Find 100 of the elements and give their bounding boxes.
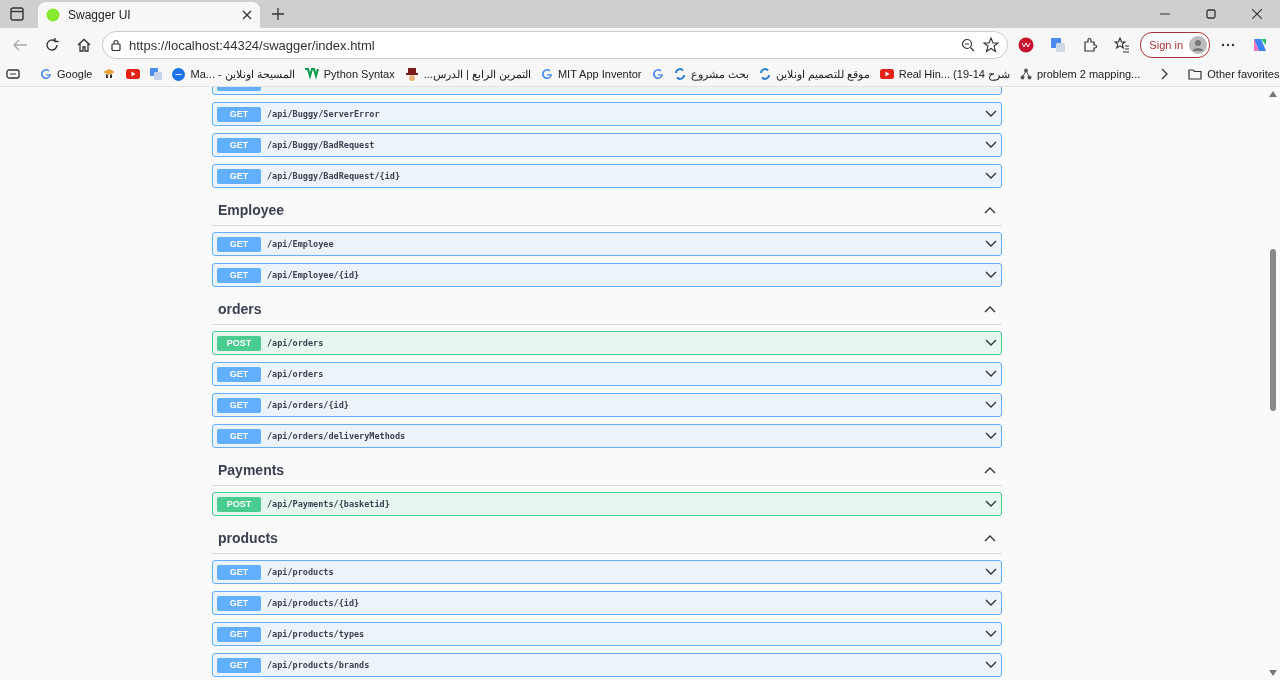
hat-icon — [404, 67, 419, 81]
chevron-up-icon[interactable] — [984, 305, 996, 313]
bookmark[interactable]: Python Syntax — [304, 68, 395, 80]
method-badge: GET — [217, 267, 261, 283]
close-icon[interactable] — [242, 10, 252, 20]
method-badge: GET — [217, 397, 261, 413]
bookmark[interactable]: التمرين الرابع | الدرس... — [404, 67, 531, 81]
chevron-down-icon[interactable] — [985, 240, 997, 248]
endpoint-path: /api/Payments/{basketid} — [267, 499, 391, 509]
endpoint-row[interactable]: POST /api/orders — [212, 331, 1002, 355]
avatar-icon — [1189, 36, 1207, 54]
method-badge: POST — [217, 335, 261, 351]
star-icon[interactable] — [983, 37, 1000, 53]
chevron-down-icon[interactable] — [985, 172, 997, 180]
section-title[interactable]: Employee — [218, 202, 984, 218]
method-badge: GET — [217, 168, 261, 184]
bookmark[interactable]: بحث مشروع — [673, 67, 749, 81]
scroll-down-icon[interactable] — [1269, 670, 1277, 676]
chevron-down-icon[interactable] — [985, 599, 997, 607]
bookmark[interactable]: موقع للتصميم اونلاين — [758, 67, 870, 81]
chevron-down-icon[interactable] — [985, 141, 997, 149]
chevron-down-icon[interactable] — [985, 432, 997, 440]
browser-tab[interactable]: Swagger UI — [38, 2, 260, 28]
bookmark[interactable]: MIT App Inventor — [540, 68, 642, 80]
chevron-up-icon[interactable] — [984, 534, 996, 542]
refresh-icon[interactable] — [45, 38, 59, 52]
copilot-icon[interactable] — [1251, 36, 1269, 54]
endpoint-row[interactable]: GET /api/products/{id} — [212, 591, 1002, 615]
bookmark[interactable]: Ma... - المسيحة اونلاين — [172, 67, 295, 81]
maximize-icon[interactable] — [1206, 9, 1216, 19]
endpoint-row[interactable]: GET /api/Employee/{id} — [212, 263, 1002, 287]
endpoint-path: /api/products/types — [267, 629, 366, 639]
method-badge: GET — [217, 428, 261, 444]
puzzle-icon[interactable] — [1082, 37, 1099, 53]
scroll-up-icon[interactable] — [1269, 91, 1277, 97]
scrollbar-thumb[interactable] — [1270, 249, 1276, 411]
play-icon[interactable] — [126, 69, 141, 79]
sign-in-button[interactable]: Sign in — [1140, 32, 1210, 58]
close-icon[interactable] — [1252, 9, 1262, 19]
chevron-down-icon[interactable] — [985, 110, 997, 118]
folder-icon — [1188, 68, 1203, 80]
endpoint-row[interactable]: GET /api/Buggy/BadRequest/{id} — [212, 164, 1002, 188]
endpoint-path: /api/products — [267, 567, 335, 577]
endpoint-path: /api/Buggy/BadRequest — [267, 140, 376, 150]
endpoint-row[interactable]: POST /api/Payments/{basketid} — [212, 492, 1002, 516]
sync-icon — [758, 68, 771, 80]
chevron-down-icon[interactable] — [985, 568, 997, 576]
chevron-down-icon[interactable] — [985, 271, 997, 279]
endpoint-path: /api/Buggy/BadRequest/{id} — [267, 171, 402, 181]
endpoint-row[interactable]: GET /api/Employee — [212, 232, 1002, 256]
new-tab-icon[interactable] — [272, 8, 284, 20]
endpoint-path: /api/products/{id} — [267, 598, 361, 608]
section-title[interactable]: products — [218, 530, 984, 546]
endpoint-row[interactable]: GET /api/Buggy/BadRequest — [212, 133, 1002, 157]
reading-icon[interactable] — [6, 68, 20, 80]
address-bar[interactable]: https://localhost:44324/swagger/index.html — [102, 31, 1009, 59]
bookmark[interactable]: problem 2 mapping... — [1019, 68, 1141, 80]
endpoint-row[interactable]: GET /api/Buggy/ServerError — [212, 102, 1002, 126]
endpoint-path: /api/orders/deliveryMethods — [267, 431, 407, 441]
bookmark[interactable]: Google — [40, 68, 93, 80]
tab-actions-icon[interactable] — [10, 7, 24, 21]
mortarboard-icon[interactable] — [102, 68, 117, 80]
endpoint-row[interactable]: GET /api/products/types — [212, 622, 1002, 646]
zoom-out-icon[interactable] — [961, 38, 976, 52]
chevron-right-icon[interactable] — [1160, 68, 1169, 80]
endpoint-row[interactable]: GET /api/orders/deliveryMethods — [212, 424, 1002, 448]
section-title[interactable]: Payments — [218, 462, 984, 478]
chevron-down-icon[interactable] — [985, 370, 997, 378]
endpoint-row[interactable]: GET /api/orders — [212, 362, 1002, 386]
bookmark-folder[interactable]: Other favorites — [1188, 68, 1280, 80]
endpoint-row[interactable]: GET /api/products — [212, 560, 1002, 584]
endpoint-path: /api/orders/{id} — [267, 400, 350, 410]
bookmark[interactable]: Real Hin... (19-14 شرح — [879, 67, 1010, 81]
sync-icon — [673, 68, 686, 80]
play-icon — [879, 69, 894, 79]
method-badge: GET — [217, 564, 261, 580]
endpoint-row[interactable]: GET /api/orders/{id} — [212, 393, 1002, 417]
google-icon[interactable] — [651, 68, 664, 80]
chevron-down-icon[interactable] — [985, 500, 997, 508]
chevron-up-icon[interactable] — [984, 466, 996, 474]
method-badge: GET — [217, 595, 261, 611]
extension-badge-icon[interactable] — [1018, 37, 1035, 53]
method-badge: GET — [217, 366, 261, 382]
section-title[interactable]: orders — [218, 301, 984, 317]
translate-icon[interactable] — [150, 68, 163, 80]
method-badge: POST — [217, 496, 261, 512]
chevron-down-icon[interactable] — [985, 401, 997, 409]
chevron-down-icon[interactable] — [985, 339, 997, 347]
endpoint-path: /api/Employee/{id} — [267, 270, 361, 280]
more-icon[interactable] — [1221, 43, 1235, 47]
endpoint-row[interactable]: GET /api/products/brands — [212, 653, 1002, 677]
translate-icon[interactable] — [1050, 37, 1067, 53]
endpoint-path: /api/Buggy/ServerError — [267, 109, 381, 119]
chevron-up-icon[interactable] — [984, 206, 996, 214]
chevron-down-icon[interactable] — [985, 661, 997, 669]
endpoint-path: /api/products/brands — [267, 660, 371, 670]
w3-icon — [304, 68, 319, 80]
chevron-down-icon[interactable] — [985, 630, 997, 638]
home-icon[interactable] — [77, 38, 91, 52]
favorites-icon[interactable] — [1114, 37, 1131, 53]
